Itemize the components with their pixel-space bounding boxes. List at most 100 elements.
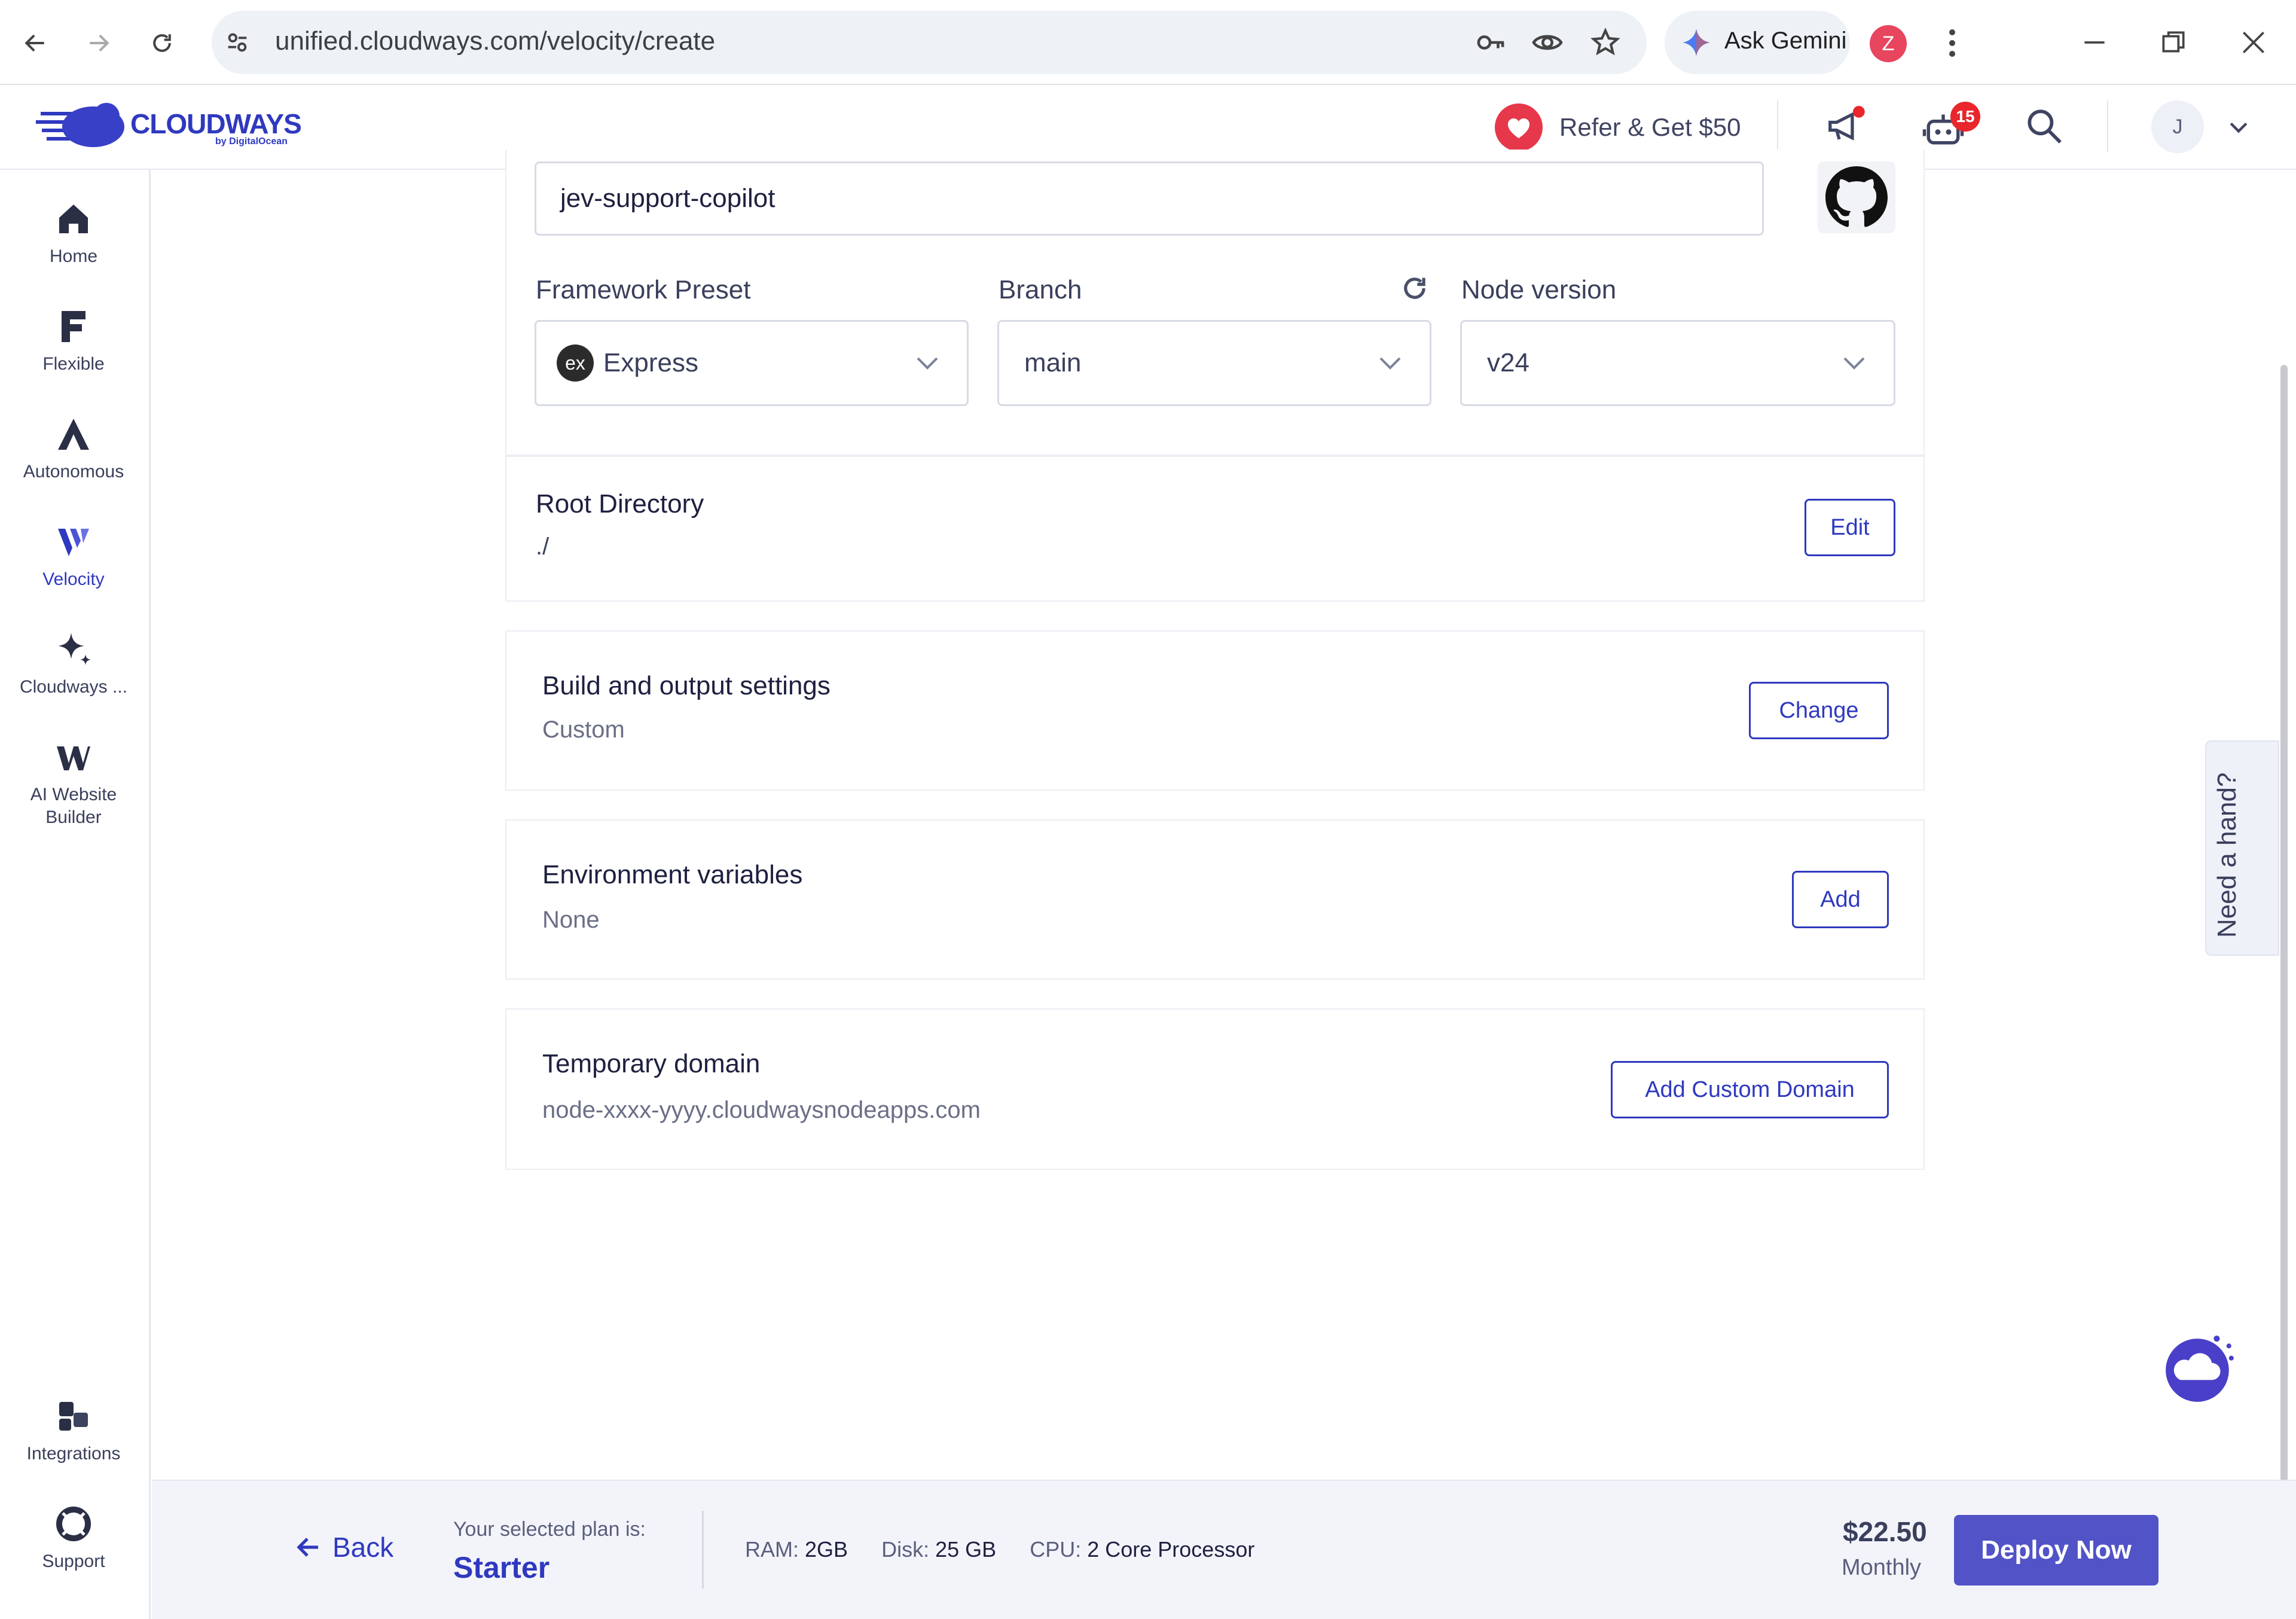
close-window-icon[interactable]	[2239, 28, 2268, 57]
ask-gemini-label: Ask Gemini	[1724, 28, 1847, 54]
sidebar-label: Integrations	[26, 1444, 121, 1463]
sidebar-item-cloudways-copilot[interactable]: Cloudways ...	[0, 630, 147, 699]
search-icon[interactable]	[2025, 106, 2064, 146]
node-version-label: Node version	[1461, 275, 1617, 304]
sidebar-label: Flexible	[42, 354, 105, 374]
refresh-branches-icon[interactable]	[1399, 273, 1430, 304]
framework-value: Express	[603, 348, 698, 377]
sidebar-label: Support	[42, 1551, 105, 1571]
key-icon[interactable]	[1474, 29, 1508, 56]
plan-specs: RAM: 2GB Disk: 25 GB CPU: 2 Core Process…	[745, 1537, 1254, 1562]
announcements-icon[interactable]	[1825, 105, 1867, 147]
env-vars-title: Environment variables	[542, 860, 803, 889]
sidebar-item-autonomous[interactable]: Autonomous	[0, 415, 147, 483]
cloudways-logo-icon[interactable]	[36, 96, 132, 150]
sidebar-item-home[interactable]: Home	[0, 200, 147, 268]
heart-icon	[1495, 103, 1543, 151]
arrow-right-icon	[90, 34, 109, 52]
bot-notification-badge: 15	[1950, 102, 1980, 132]
sidebar-item-flexible[interactable]: Flexible	[0, 307, 147, 376]
sidebar-item-ai-website-builder[interactable]: AI Website Builder	[0, 738, 147, 829]
chevron-down-icon	[917, 357, 938, 370]
node-version-select[interactable]: v24	[1460, 320, 1895, 406]
restore-icon[interactable]	[2158, 28, 2188, 57]
page-scrollbar[interactable]	[2280, 365, 2288, 1597]
plan-price: $22.50	[1843, 1516, 1927, 1547]
eye-icon[interactable]	[1531, 29, 1564, 56]
gemini-sparkle-icon	[1681, 28, 1711, 57]
sidebar-item-velocity[interactable]: Velocity	[0, 523, 147, 591]
framework-label: Framework Preset	[536, 275, 751, 304]
chat-assistant-button[interactable]	[2161, 1329, 2239, 1407]
disk-label: Disk:	[881, 1537, 930, 1562]
star-icon[interactable]	[1590, 28, 1620, 57]
back-label: Back	[332, 1532, 394, 1563]
temporary-domain-value: node-xxxx-yyyy.cloudwaysnodeapps.com	[542, 1097, 981, 1123]
back-nav-button[interactable]	[13, 21, 57, 65]
branch-label: Branch	[999, 275, 1082, 304]
footer-divider	[702, 1511, 704, 1588]
env-vars-card	[505, 819, 1925, 980]
edit-root-button[interactable]: Edit	[1805, 499, 1895, 556]
browser-profile-avatar[interactable]: Z	[1870, 25, 1907, 62]
temporary-domain-title: Temporary domain	[542, 1049, 761, 1078]
branch-select[interactable]: main	[997, 320, 1431, 406]
root-directory-card	[505, 456, 1925, 602]
repository-input[interactable]: jev-support-copilot	[535, 161, 1764, 236]
user-avatar[interactable]: J	[2151, 100, 2204, 153]
flexible-icon	[62, 311, 86, 342]
logo-text: CLOUDWAYS	[130, 108, 302, 139]
disk-value: 25 GB	[935, 1537, 997, 1562]
refer-button[interactable]: Refer & Get $50	[1495, 102, 1741, 153]
build-settings-card	[505, 630, 1925, 791]
build-settings-title: Build and output settings	[542, 671, 831, 700]
cpu-value: 2 Core Processor	[1087, 1537, 1255, 1562]
deploy-now-button[interactable]: Deploy Now	[1954, 1515, 2158, 1586]
site-settings-icon[interactable]	[224, 29, 251, 56]
home-icon	[59, 205, 88, 233]
reload-icon	[153, 34, 171, 52]
change-build-button[interactable]: Change	[1749, 682, 1889, 739]
url-text[interactable]: unified.cloudways.com/velocity/create	[275, 26, 715, 56]
header-divider	[1777, 100, 1778, 152]
add-env-button[interactable]: Add	[1792, 871, 1889, 928]
refer-label: Refer & Get $50	[1559, 113, 1741, 141]
integrations-icon	[59, 1402, 88, 1431]
back-button[interactable]: Back	[294, 1531, 393, 1563]
forward-nav-button[interactable]	[77, 21, 121, 65]
chevron-down-icon	[1843, 357, 1865, 370]
ai-builder-icon	[57, 746, 90, 770]
sidebar-label: Home	[49, 246, 98, 266]
ram-label: RAM:	[745, 1537, 799, 1562]
root-directory-title: Root Directory	[536, 489, 704, 519]
plan-period: Monthly	[1842, 1555, 1922, 1580]
minimize-icon[interactable]	[2080, 28, 2109, 57]
velocity-icon	[58, 529, 89, 556]
root-directory-value: ./	[536, 533, 549, 560]
need-a-hand-label: Need a hand?	[2212, 772, 2242, 938]
sparkle-icon	[58, 633, 91, 665]
sidebar-label: Cloudways ...	[19, 677, 128, 697]
support-icon	[56, 1507, 91, 1541]
github-button[interactable]	[1818, 161, 1895, 233]
reload-button[interactable]	[140, 21, 184, 65]
sidebar-item-integrations[interactable]: Integrations	[0, 1397, 147, 1465]
build-settings-value: Custom	[542, 716, 625, 743]
chevron-down-icon[interactable]	[2225, 114, 2252, 140]
autonomous-icon	[58, 419, 89, 450]
env-vars-value: None	[542, 907, 600, 933]
framework-select[interactable]: ex Express	[535, 320, 969, 406]
add-custom-domain-button[interactable]: Add Custom Domain	[1611, 1061, 1889, 1118]
sidebar-label: Velocity	[42, 569, 105, 589]
logo-subtext: by DigitalOcean	[215, 136, 288, 147]
branch-value: main	[1024, 348, 1082, 377]
plan-name: Starter	[453, 1551, 550, 1584]
cloud-chat-icon	[2166, 1336, 2234, 1402]
arrow-left-icon	[25, 34, 44, 52]
kebab-menu-icon[interactable]	[1937, 26, 1967, 60]
cpu-label: CPU:	[1030, 1537, 1082, 1562]
arrow-left-icon	[297, 1538, 318, 1557]
sidebar-item-support[interactable]: Support	[0, 1505, 147, 1573]
header-divider	[2107, 100, 2108, 152]
node-version-value: v24	[1487, 348, 1529, 377]
